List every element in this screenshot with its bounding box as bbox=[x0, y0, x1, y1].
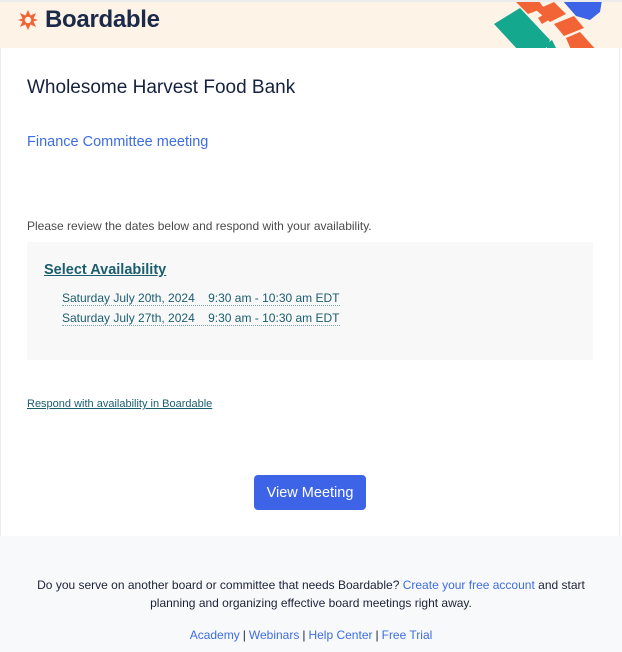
footer-link-webinars[interactable]: Webinars bbox=[249, 628, 299, 642]
select-availability-heading[interactable]: Select Availability bbox=[44, 262, 166, 278]
promo-text-before: Do you serve on another board or committ… bbox=[37, 578, 400, 592]
organization-name: Wholesome Harvest Food Bank bbox=[27, 77, 296, 98]
date-option-date: Saturday July 20th, 2024 bbox=[62, 291, 195, 305]
footer-promo: Do you serve on another board or committ… bbox=[30, 576, 592, 612]
boardable-star-icon bbox=[18, 10, 38, 30]
date-option[interactable]: Saturday July 20th, 2024 9:30 am - 10:30… bbox=[62, 291, 340, 306]
date-option-time: 9:30 am - 10:30 am EDT bbox=[208, 291, 340, 305]
intro-text: Please review the dates below and respon… bbox=[27, 219, 372, 233]
email-footer: Do you serve on another board or committ… bbox=[0, 536, 622, 652]
view-meeting-button[interactable]: View Meeting bbox=[254, 475, 366, 510]
footer-link-academy[interactable]: Academy bbox=[190, 628, 240, 642]
create-account-link[interactable]: Create your free account bbox=[403, 578, 535, 592]
date-option[interactable]: Saturday July 27th, 2024 9:30 am - 10:30… bbox=[62, 311, 340, 326]
meeting-title-link[interactable]: Finance Committee meeting bbox=[27, 134, 208, 150]
brand-art-decoration bbox=[494, 2, 602, 48]
brand-logo[interactable]: Boardable bbox=[17, 6, 160, 33]
footer-link-free-trial[interactable]: Free Trial bbox=[382, 628, 433, 642]
footer-link-help-center[interactable]: Help Center bbox=[308, 628, 372, 642]
separator: | bbox=[375, 628, 379, 642]
footer-links: Academy | Webinars | Help Center | Free Trial bbox=[0, 628, 622, 642]
date-option-date: Saturday July 27th, 2024 bbox=[62, 311, 195, 325]
date-option-time: 9:30 am - 10:30 am EDT bbox=[208, 311, 340, 325]
separator: | bbox=[242, 628, 246, 642]
respond-availability-link[interactable]: Respond with availability in Boardable bbox=[27, 398, 212, 410]
availability-panel: Select Availability Saturday July 20th, … bbox=[27, 242, 593, 360]
email-header: Boardable bbox=[0, 0, 622, 48]
brand-name: Boardable bbox=[45, 6, 160, 33]
separator: | bbox=[302, 628, 306, 642]
